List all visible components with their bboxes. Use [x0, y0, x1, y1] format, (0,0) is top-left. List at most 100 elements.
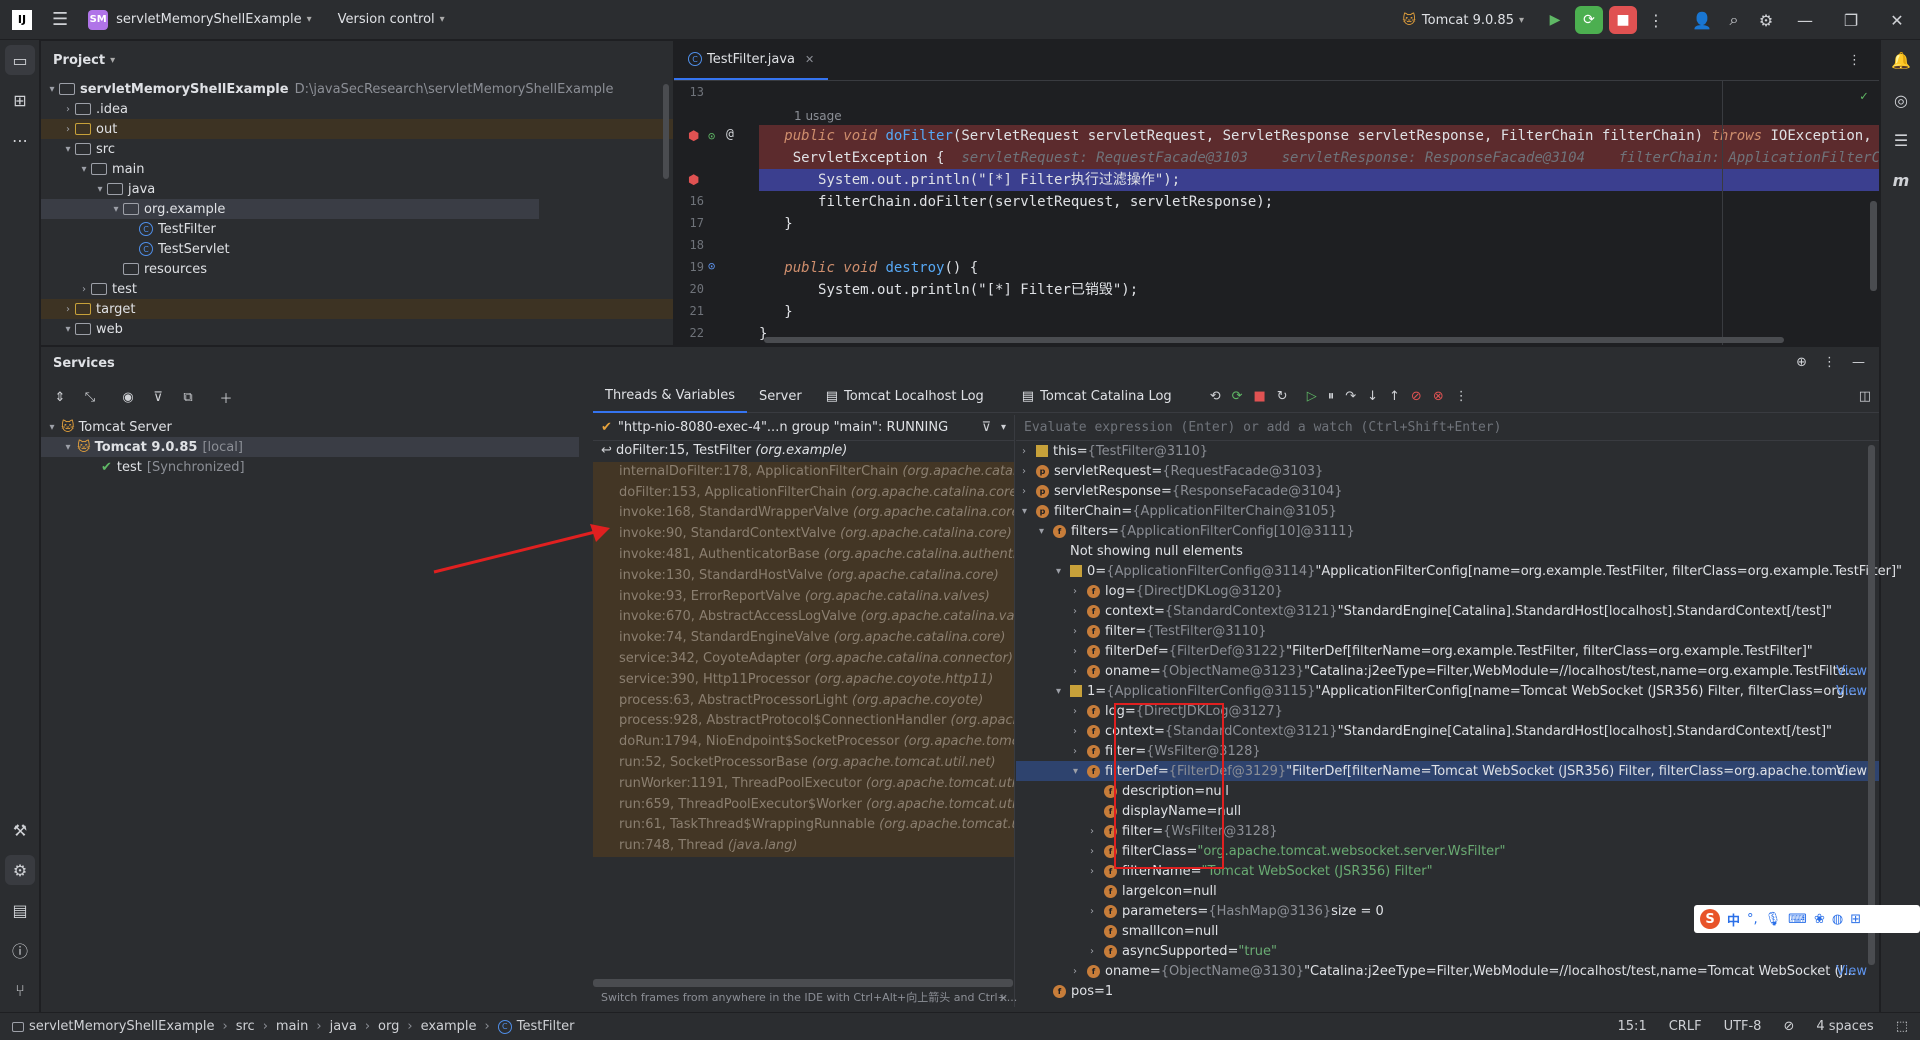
chevron-right-icon[interactable]: ›: [1090, 946, 1104, 957]
project-tree-item[interactable]: resources: [41, 259, 673, 279]
editor-horizontal-scrollbar[interactable]: [764, 337, 1784, 343]
tree-tomcat-instance[interactable]: ▾ 🐱 Tomcat 9.0.85 [local]: [41, 437, 579, 457]
breadcrumb-item[interactable]: example: [421, 1019, 477, 1034]
chevron-right-icon[interactable]: ›: [1073, 586, 1087, 597]
chevron-right-icon[interactable]: ›: [1073, 606, 1087, 617]
structure-icon[interactable]: ⊞: [0, 80, 40, 120]
filter-icon[interactable]: ⊽: [981, 420, 991, 435]
variable-row[interactable]: › p servletResponse = {ResponseFacade@3104…: [1016, 481, 1879, 501]
build-hammer-icon[interactable]: ⚒: [0, 810, 40, 850]
restore-icon[interactable]: ❐: [1828, 0, 1874, 40]
tab-threads-variables[interactable]: Threads & Variables: [593, 381, 748, 413]
project-tree-item[interactable]: ▾ java: [41, 179, 673, 199]
project-folder-icon[interactable]: ▭: [5, 45, 35, 75]
project-tree-item[interactable]: ▾ servletMemoryShellExample D:\javaSecRese…: [41, 79, 673, 99]
more-icon[interactable]: ⋮: [1640, 0, 1672, 40]
maven-icon[interactable]: m: [1881, 160, 1920, 200]
chevron-right-icon[interactable]: ›: [1090, 846, 1104, 857]
breadcrumb-item[interactable]: src: [236, 1019, 255, 1034]
more-tools-icon[interactable]: ⋯: [0, 120, 40, 160]
close-tab-icon[interactable]: ✕: [805, 53, 814, 66]
variable-row[interactable]: ▾ 0 = {ApplicationFilterConfig@3114} "App…: [1016, 561, 1902, 581]
readonly-toggle-icon[interactable]: ⊘: [1783, 1019, 1794, 1034]
chevron-right-icon[interactable]: ›: [1073, 646, 1087, 657]
chevron-right-icon[interactable]: ›: [1073, 626, 1087, 637]
stack-frame[interactable]: ↩ doFilter:15, TestFilter (org.example): [593, 441, 1014, 462]
run-config-selector[interactable]: 🐱 Tomcat 9.0.85 ▾: [1402, 0, 1524, 40]
chevron-right-icon[interactable]: ›: [1073, 726, 1087, 737]
ime-game-icon[interactable]: ◍: [1832, 912, 1843, 927]
stack-frame[interactable]: process:928, AbstractProtocol$Connection…: [593, 711, 1014, 733]
project-tree-item[interactable]: ▾ src: [41, 139, 673, 159]
stack-frame[interactable]: service:390, Http11Processor (org.apache…: [593, 669, 1014, 691]
stack-frame[interactable]: run:659, ThreadPoolExecutor$Worker (org.…: [593, 794, 1014, 816]
ai-assistant-icon[interactable]: ◎: [1881, 80, 1920, 120]
project-panel-header[interactable]: Project ▾: [41, 41, 673, 79]
variable-row[interactable]: › f oname = {ObjectName@3123} "Catalina:j2…: [1016, 661, 1879, 681]
chevron-right-icon[interactable]: ›: [1090, 906, 1104, 917]
project-tree-item[interactable]: C TestFilter: [41, 219, 673, 239]
run-icon[interactable]: ▶: [1541, 6, 1569, 34]
mute-breakpoints-icon[interactable]: ⊗: [1433, 389, 1444, 404]
view-link[interactable]: View: [1836, 664, 1867, 679]
indent-setting[interactable]: 4 spaces: [1816, 1019, 1873, 1034]
stack-frame[interactable]: invoke:93, ErrorReportValve (org.apache.…: [593, 586, 1014, 608]
tree-tomcat-server[interactable]: ▾ 🐱 Tomcat Server: [41, 417, 591, 437]
breadcrumb-item[interactable]: servletMemoryShellExample: [12, 1019, 215, 1034]
chevron-down-icon[interactable]: ▾: [1056, 566, 1070, 577]
close-window-icon[interactable]: ✕: [1874, 0, 1920, 40]
search-icon[interactable]: ⌕: [1718, 0, 1750, 40]
resume-icon[interactable]: ▷: [1307, 389, 1317, 404]
stop-icon[interactable]: ■: [1609, 6, 1637, 34]
stack-frame[interactable]: doRun:1794, NioEndpoint$SocketProcessor …: [593, 732, 1014, 753]
lock-icon[interactable]: ⬚: [1896, 1019, 1908, 1034]
stack-frame[interactable]: process:63, AbstractProcessorLight (org.…: [593, 690, 1014, 712]
variable-row[interactable]: › f filterDef = {FilterDef@3122} "FilterDe…: [1016, 641, 1879, 661]
chevron-right-icon[interactable]: ›: [1022, 486, 1036, 497]
view-link[interactable]: View: [1836, 764, 1867, 779]
variable-row[interactable]: › this = {TestFilter@3110}: [1016, 441, 1879, 461]
settings-gear-icon[interactable]: ⚙: [1750, 0, 1782, 40]
debug-more-icon[interactable]: ⋮: [1455, 389, 1468, 404]
chevron-right-icon[interactable]: ›: [1022, 466, 1036, 477]
stack-frame[interactable]: invoke:90, StandardContextValve (org.apa…: [593, 524, 1014, 545]
stack-frame[interactable]: invoke:74, StandardEngineValve (org.apac…: [593, 628, 1014, 649]
chevron-right-icon[interactable]: ›: [1073, 666, 1087, 677]
variable-row[interactable]: › f oname = {ObjectName@3130} "Catalina:j2…: [1016, 961, 1879, 981]
variable-row[interactable]: f pos = 1: [1016, 981, 1879, 1001]
stack-frame[interactable]: run:748, Thread (java.lang): [593, 836, 1014, 857]
tab-catalina-log[interactable]: ▤ Tomcat Catalina Log: [1010, 381, 1184, 413]
project-tree-item[interactable]: C TestServlet: [41, 239, 673, 259]
add-user-icon[interactable]: 👤: [1686, 0, 1718, 40]
project-tree-item[interactable]: › out: [41, 119, 673, 139]
expand-all-icon[interactable]: ⇕: [47, 384, 73, 410]
variable-row[interactable]: ▾ f filters = {ApplicationFilterConfig[10]…: [1016, 521, 1879, 541]
debug-rerun-icon[interactable]: ⟳: [1575, 6, 1603, 34]
project-tree-item[interactable]: › test: [41, 279, 673, 299]
ime-keyboard-icon[interactable]: ⌨: [1788, 912, 1807, 927]
breadcrumb-item[interactable]: C TestFilter: [497, 1019, 575, 1034]
chevron-down-icon[interactable]: ▾: [1073, 766, 1087, 777]
current-breakpoint-icon[interactable]: ⬢: [688, 173, 699, 188]
ime-mic-icon[interactable]: 🎙: [1765, 912, 1782, 927]
view-breakpoints-icon[interactable]: ⊘: [1411, 389, 1422, 404]
stack-frame[interactable]: run:52, SocketProcessorBase (org.apache.…: [593, 752, 1014, 774]
stack-frame[interactable]: invoke:168, StandardWrapperValve (org.ap…: [593, 503, 1014, 525]
vcs-selector[interactable]: Version control ▾: [338, 0, 445, 40]
view-link[interactable]: View: [1836, 684, 1867, 699]
stack-frame[interactable]: internalDoFilter:178, ApplicationFilterC…: [593, 461, 1014, 483]
layout-icon[interactable]: ⊕: [1796, 355, 1807, 370]
ime-tools-icon[interactable]: ⊞: [1850, 912, 1861, 927]
services-more-icon[interactable]: ⋮: [1823, 355, 1836, 370]
filter-icon[interactable]: ⊽: [145, 384, 171, 410]
notifications-bell-icon[interactable]: 🔔: [1881, 40, 1920, 80]
thread-selector[interactable]: ✔ "http-nio-8080-exec-4"...n group "main…: [593, 415, 1014, 441]
ime-language[interactable]: 中: [1727, 910, 1740, 929]
stack-frame[interactable]: run:61, TaskThread$WrappingRunnable (org…: [593, 815, 1014, 837]
problems-icon[interactable]: ⓘ: [0, 930, 40, 970]
rerun-icon[interactable]: ⟲: [1210, 389, 1221, 404]
breakpoint-icon[interactable]: ⬢: [688, 129, 699, 144]
variables-scrollbar[interactable]: [1868, 445, 1875, 965]
restart-icon[interactable]: ⟳: [1232, 389, 1243, 404]
tab-server[interactable]: Server: [747, 381, 814, 413]
